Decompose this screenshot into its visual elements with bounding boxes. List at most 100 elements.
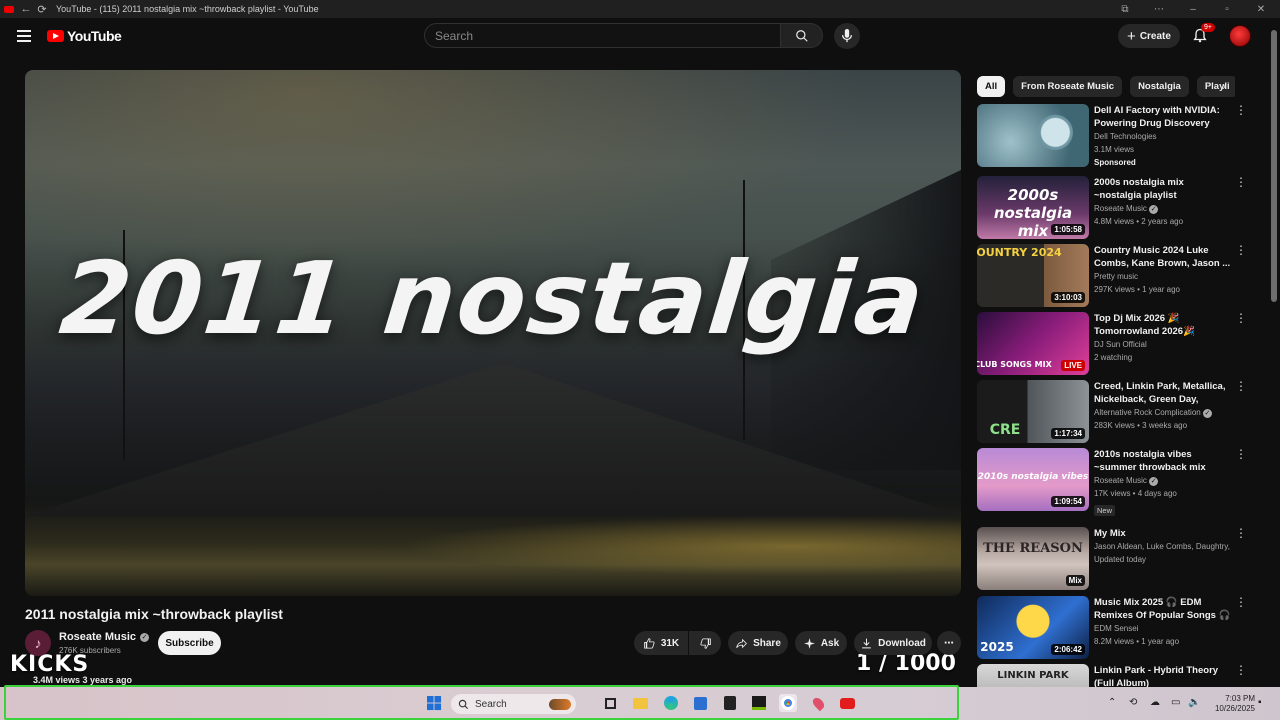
video-thumbnail[interactable]: 2010s nostalgia vibes 1:09:54	[977, 448, 1089, 511]
ask-button[interactable]: Ask	[795, 631, 847, 655]
chip-nostalgia[interactable]: Nostalgia	[1130, 76, 1189, 97]
tray-sync-icon[interactable]: ⟲	[1129, 697, 1137, 708]
channel-name[interactable]: Alternative Rock Complication ✓	[1094, 406, 1232, 419]
account-avatar[interactable]	[1229, 25, 1251, 47]
download-label: Download	[878, 637, 926, 649]
download-button[interactable]: Download	[854, 631, 932, 655]
more-menu-icon[interactable]: ⋯	[1144, 4, 1174, 15]
recommendation-item[interactable]: COUNTRY 2024 3:10:03 Country Music 2024 …	[977, 244, 1247, 308]
search-input[interactable]	[425, 24, 780, 47]
more-vertical-icon[interactable]: ⋮	[1235, 176, 1247, 188]
video-title[interactable]: Country Music 2024 Luke Combs, Kane Brow…	[1094, 244, 1232, 270]
tray-display-icon[interactable]: ▭	[1171, 697, 1180, 708]
chevron-right-icon[interactable]: ›	[1222, 79, 1226, 93]
channel-avatar[interactable]: ♪	[25, 630, 51, 656]
subscribe-button[interactable]: Subscribe	[158, 631, 221, 655]
more-vertical-icon[interactable]: ⋮	[1235, 104, 1247, 116]
channel-name[interactable]: DJ Sun Official	[1094, 338, 1232, 351]
store-icon[interactable]	[691, 694, 709, 712]
recommendation-item[interactable]: Dell AI Factory with NVIDIA: Powering Dr…	[977, 104, 1247, 168]
channel-name[interactable]: Jason Aldean, Luke Combs, Daughtry, an..…	[1094, 540, 1232, 553]
recommendation-item[interactable]: 2025 2:06:42 Music Mix 2025 🎧 EDM Remixe…	[977, 596, 1247, 660]
channel-name[interactable]: Roseate Music ✓	[1094, 202, 1232, 215]
more-actions-button[interactable]: ⋯	[937, 631, 961, 655]
more-vertical-icon[interactable]: ⋮	[1235, 380, 1247, 392]
notifications-button[interactable]: 9+	[1192, 23, 1215, 45]
channel-name[interactable]: Roseate Music	[59, 631, 136, 643]
video-thumbnail[interactable]: CRE 1:17:34	[977, 380, 1089, 443]
sparkle-icon	[803, 637, 815, 649]
video-title[interactable]: 2010s nostalgia vibes ~summer throwback …	[1094, 448, 1232, 474]
channel-name-row[interactable]: Roseate Music ✓	[59, 631, 150, 643]
chip-from-channel[interactable]: From Roseate Music	[1013, 76, 1123, 97]
channel-name[interactable]: Pretty music	[1094, 270, 1232, 283]
taskbar-clock[interactable]: 7:03 PM 10/26/2025	[1205, 694, 1255, 714]
youtube-logo[interactable]: YouTube	[47, 28, 122, 44]
file-explorer-icon[interactable]	[631, 694, 649, 712]
video-title[interactable]: My Mix	[1094, 527, 1232, 540]
chip-all[interactable]: All	[977, 76, 1006, 97]
nvidia-icon[interactable]	[750, 694, 768, 712]
recommendation-item[interactable]: CLUB SONGS MIX LIVE Top Dj Mix 2026 🎉 To…	[977, 312, 1247, 376]
back-arrow-icon[interactable]: ←	[18, 0, 34, 18]
edge-browser-icon[interactable]	[662, 694, 680, 712]
youtube-app-icon[interactable]	[838, 694, 856, 712]
video-thumbnail[interactable]: CLUB SONGS MIX LIVE	[977, 312, 1089, 375]
video-thumbnail[interactable]: 2025 2:06:42	[977, 596, 1089, 659]
video-title[interactable]: Dell AI Factory with NVIDIA: Powering Dr…	[1094, 104, 1232, 130]
search-button[interactable]	[781, 23, 823, 48]
create-button[interactable]: + Create	[1118, 24, 1180, 48]
more-vertical-icon[interactable]: ⋮	[1235, 664, 1247, 676]
more-vertical-icon[interactable]: ⋮	[1235, 312, 1247, 324]
video-thumbnail[interactable]: LINKIN PARK	[977, 664, 1089, 687]
channel-name[interactable]: Roseate Music ✓	[1094, 474, 1232, 487]
voice-search-button[interactable]	[834, 23, 860, 49]
video-thumbnail[interactable]: 2000s nostalgia mix 1:05:58	[977, 176, 1089, 239]
task-view-icon[interactable]	[601, 694, 619, 712]
page-scrollbar[interactable]	[1271, 30, 1277, 302]
tray-volume-icon[interactable]: 🔈	[1188, 697, 1200, 708]
video-stats: 2 watching	[1094, 353, 1133, 362]
channel-name[interactable]: EDM Sensei	[1094, 622, 1232, 635]
channel-name[interactable]: Dell Technologies	[1094, 130, 1232, 143]
taskbar-search[interactable]: Search	[451, 694, 576, 714]
recommendation-item[interactable]: LINKIN PARK Linkin Park - Hybrid Theory …	[977, 664, 1247, 687]
more-vertical-icon[interactable]: ⋮	[1235, 244, 1247, 256]
close-button[interactable]: ✕	[1246, 4, 1276, 15]
video-title[interactable]: Creed, Linkin Park, Metallica, Nickelbac…	[1094, 380, 1232, 406]
video-title[interactable]: Music Mix 2025 🎧 EDM Remixes Of Popular …	[1094, 596, 1232, 622]
video-thumbnail[interactable]: COUNTRY 2024 3:10:03	[977, 244, 1089, 307]
reload-icon[interactable]: ⟳	[34, 0, 50, 18]
video-thumbnail[interactable]: THE REASON Mix	[977, 527, 1089, 590]
minimize-button[interactable]: –	[1178, 4, 1208, 15]
more-vertical-icon[interactable]: ⋮	[1235, 448, 1247, 460]
extensions-icon[interactable]: ⧉	[1110, 4, 1140, 15]
epic-games-icon[interactable]	[721, 694, 739, 712]
maps-pin-icon[interactable]	[809, 694, 827, 712]
tray-cloud-icon[interactable]: ☁	[1150, 697, 1160, 708]
tray-chevron-icon[interactable]: ⌃	[1108, 697, 1116, 708]
video-title[interactable]: 2000s nostalgia mix ~nostalgia playlist	[1094, 176, 1232, 202]
more-vertical-icon[interactable]: ⋮	[1235, 527, 1247, 539]
dislike-button[interactable]	[689, 631, 721, 655]
recommendation-item[interactable]: 2010s nostalgia vibes 1:09:54 2010s nost…	[977, 448, 1247, 516]
more-vertical-icon[interactable]: ⋮	[1235, 596, 1247, 608]
maximize-button[interactable]: ▫	[1212, 4, 1242, 15]
thumbnail-text: THE REASON	[983, 541, 1083, 556]
video-title[interactable]: Top Dj Mix 2026 🎉 Tomorrowland 2026🎉 Rem…	[1094, 312, 1232, 338]
video-title[interactable]: Linkin Park - Hybrid Theory (Full Album)	[1094, 664, 1232, 687]
recommendation-item[interactable]: CRE 1:17:34 Creed, Linkin Park, Metallic…	[977, 380, 1247, 444]
like-button[interactable]: 31K	[634, 631, 688, 655]
video-thumbnail[interactable]	[977, 104, 1089, 167]
video-player[interactable]: 2011 nostalgia	[25, 70, 961, 596]
chrome-icon[interactable]	[779, 694, 797, 712]
recommendation-item[interactable]: 2000s nostalgia mix 1:05:58 2000s nostal…	[977, 176, 1247, 240]
verified-icon: ✓	[1149, 205, 1159, 214]
hamburger-menu-icon[interactable]	[17, 30, 31, 45]
chip-playlists[interactable]: Playli	[1196, 76, 1235, 97]
windows-start-icon[interactable]	[425, 694, 443, 712]
notification-center-icon[interactable]: ▪	[1258, 697, 1262, 708]
share-label: Share	[753, 637, 781, 649]
recommendation-item[interactable]: THE REASON Mix My Mix Jason Aldean, Luke…	[977, 527, 1247, 591]
share-button[interactable]: Share	[728, 631, 788, 655]
